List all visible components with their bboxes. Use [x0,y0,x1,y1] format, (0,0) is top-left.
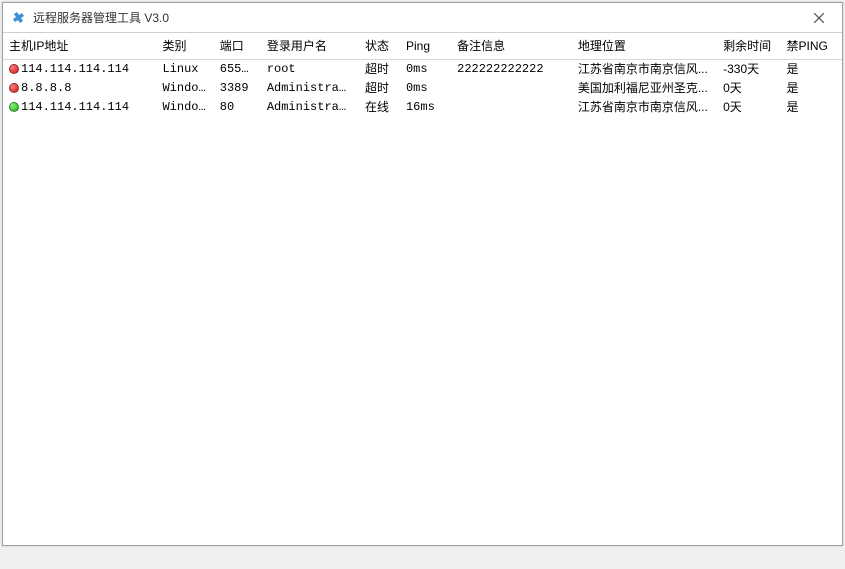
cell-noping: 是 [781,98,842,117]
cell-note: 222222222222 [451,60,572,80]
cell-location: 美国加利福尼亚州圣克... [572,79,717,98]
cell-state: 在线 [359,98,400,117]
col-location[interactable]: 地理位置 [572,33,717,60]
close-icon [814,13,824,23]
cell-port: 80 [214,98,261,117]
cell-user: Administrator [261,79,359,98]
cell-type: Windows [156,98,213,117]
cell-remaining: 0天 [717,79,780,98]
app-icon [11,10,27,26]
cell-remaining: -330天 [717,60,780,80]
col-port[interactable]: 端口 [214,33,261,60]
col-user[interactable]: 登录用户名 [261,33,359,60]
status-dot-icon [9,83,19,93]
app-window: 远程服务器管理工具 V3.0 主机IP地址 类别 端口 登录用户名 状态 P [2,2,843,546]
content-area[interactable]: 主机IP地址 类别 端口 登录用户名 状态 Ping 备注信息 地理位置 剩余时… [3,33,842,545]
col-remaining[interactable]: 剩余时间 [717,33,780,60]
cell-noping: 是 [781,79,842,98]
table-row[interactable]: 114.114.114.114 Windows80Administrator在线1… [3,98,842,117]
table-header-row[interactable]: 主机IP地址 类别 端口 登录用户名 状态 Ping 备注信息 地理位置 剩余时… [3,33,842,60]
col-ping[interactable]: Ping [400,33,451,60]
cell-user: Administrator [261,98,359,117]
cell-state: 超时 [359,79,400,98]
cell-note [451,79,572,98]
status-dot-icon [9,102,19,112]
server-table: 主机IP地址 类别 端口 登录用户名 状态 Ping 备注信息 地理位置 剩余时… [3,33,842,117]
cell-type: Windows [156,79,213,98]
cell-state: 超时 [359,60,400,80]
table-row[interactable]: 114.114.114.114 Linux65530root超时0ms222222… [3,60,842,80]
cell-location: 江苏省南京市南京信风... [572,60,717,80]
cell-note [451,98,572,117]
cell-noping: 是 [781,60,842,80]
cell-ping: 16ms [400,98,451,117]
cell-user: root [261,60,359,80]
window-title: 远程服务器管理工具 V3.0 [33,9,804,26]
cell-ip: 114.114.114.114 [21,61,129,77]
close-button[interactable] [804,3,834,32]
status-dot-icon [9,64,19,74]
cell-type: Linux [156,60,213,80]
cell-remaining: 0天 [717,98,780,117]
titlebar[interactable]: 远程服务器管理工具 V3.0 [3,3,842,33]
cell-ping: 0ms [400,79,451,98]
table-row[interactable]: 8.8.8.8 Windows3389Administrator超时0ms 美国加利… [3,79,842,98]
col-note[interactable]: 备注信息 [451,33,572,60]
col-noping[interactable]: 禁PING [781,33,842,60]
col-state[interactable]: 状态 [359,33,400,60]
cell-port: 3389 [214,79,261,98]
col-type[interactable]: 类别 [156,33,213,60]
cell-location: 江苏省南京市南京信风... [572,98,717,117]
cell-port: 65530 [214,60,261,80]
cell-ip: 8.8.8.8 [21,80,71,96]
col-ip[interactable]: 主机IP地址 [3,33,156,60]
cell-ip: 114.114.114.114 [21,99,129,115]
cell-ping: 0ms [400,60,451,80]
